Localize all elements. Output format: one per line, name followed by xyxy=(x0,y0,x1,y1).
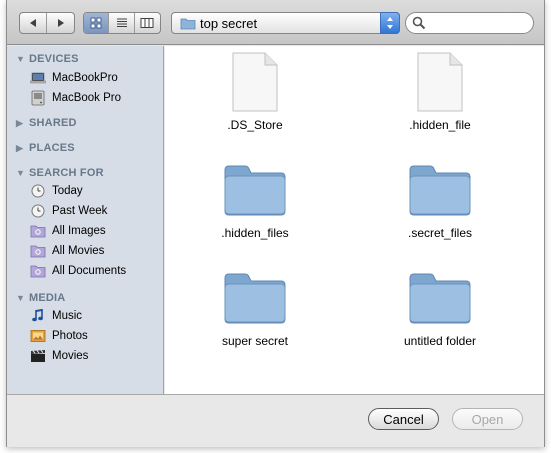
file-item-secret-files-folder[interactable]: .secret_files xyxy=(355,164,525,264)
list-view-icon xyxy=(116,18,127,27)
popup-arrows-icon xyxy=(380,12,400,34)
file-item-super-secret-folder[interactable]: super secret xyxy=(170,272,340,372)
back-icon xyxy=(30,19,36,27)
location-popup[interactable]: top secret xyxy=(171,12,400,34)
clock-icon xyxy=(30,203,46,219)
folder-icon xyxy=(180,18,196,30)
location-label: top secret xyxy=(200,16,258,31)
cancel-button[interactable]: Cancel xyxy=(368,408,439,430)
sidebar-section-shared[interactable]: ▶ SHARED xyxy=(7,114,164,132)
sidebar-item-past-week[interactable]: Past Week xyxy=(7,201,164,221)
file-name: super secret xyxy=(221,334,289,348)
sidebar-section-media[interactable]: ▼ MEDIA xyxy=(7,289,164,307)
hard-drive-icon xyxy=(30,90,46,106)
open-button[interactable]: Open xyxy=(452,408,523,430)
folder-icon xyxy=(408,164,472,219)
search-field[interactable] xyxy=(405,12,534,34)
document-icon xyxy=(416,52,464,115)
sidebar-item-macbookpro[interactable]: MacBookPro xyxy=(7,68,164,88)
sidebar: ▼ DEVICES MacBookPro MacBook Pro ▶ SHARE… xyxy=(7,46,164,394)
file-name: .hidden_files xyxy=(221,226,289,240)
list-view-button[interactable] xyxy=(109,13,135,33)
forward-icon xyxy=(57,19,64,27)
back-button[interactable] xyxy=(20,13,47,33)
sidebar-item-photos[interactable]: Photos xyxy=(7,326,164,346)
file-item-ds-store[interactable]: .DS_Store xyxy=(170,52,340,152)
laptop-icon xyxy=(30,70,46,86)
disclosure-open-icon: ▼ xyxy=(16,54,25,64)
sidebar-section-devices[interactable]: ▼ DEVICES xyxy=(7,50,164,68)
sidebar-item-all-images[interactable]: All Images xyxy=(7,221,164,241)
sidebar-item-movies[interactable]: Movies xyxy=(7,346,164,366)
sidebar-section-search-for[interactable]: ▼ SEARCH FOR xyxy=(7,164,164,182)
file-name: .hidden_file xyxy=(409,118,471,132)
file-name: .secret_files xyxy=(407,226,473,240)
file-browser-content: .DS_Store .hidden_file .hidden_files .se… xyxy=(165,46,544,394)
smart-folder-icon xyxy=(30,263,46,279)
folder-icon xyxy=(408,272,472,327)
icon-view-button[interactable] xyxy=(84,13,110,33)
sidebar-item-today[interactable]: Today xyxy=(7,181,164,201)
column-view-button[interactable] xyxy=(135,13,160,33)
folder-icon xyxy=(223,164,287,219)
disclosure-closed-icon: ▶ xyxy=(16,117,23,128)
navigation-segmented-control xyxy=(19,12,75,34)
smart-folder-icon xyxy=(30,223,46,239)
document-icon xyxy=(231,52,279,115)
disclosure-open-icon: ▼ xyxy=(16,293,25,303)
file-name: .DS_Store xyxy=(227,118,283,132)
music-note-icon xyxy=(30,308,46,324)
file-item-hidden-file[interactable]: .hidden_file xyxy=(355,52,525,152)
clock-icon xyxy=(30,183,46,199)
disclosure-open-icon: ▼ xyxy=(16,168,25,178)
smart-folder-icon xyxy=(30,243,46,259)
sidebar-item-macbook-pro-disk[interactable]: MacBook Pro xyxy=(7,88,164,108)
sidebar-section-places[interactable]: ▶ PLACES xyxy=(7,139,164,157)
sidebar-item-all-movies[interactable]: All Movies xyxy=(7,241,164,261)
disclosure-closed-icon: ▶ xyxy=(16,142,23,153)
sidebar-item-all-documents[interactable]: All Documents xyxy=(7,261,164,281)
icon-view-icon xyxy=(90,17,102,29)
search-input[interactable] xyxy=(428,15,528,31)
sidebar-item-music[interactable]: Music xyxy=(7,306,164,326)
open-file-dialog: top secret ▼ DEVICES MacBookPro MacBook … xyxy=(6,0,545,447)
view-mode-segmented-control xyxy=(83,12,161,34)
folder-icon xyxy=(223,272,287,327)
file-name: untitled folder xyxy=(403,334,477,348)
file-item-untitled-folder[interactable]: untitled folder xyxy=(355,272,525,372)
toolbar: top secret xyxy=(7,0,544,45)
forward-button[interactable] xyxy=(47,13,74,33)
search-icon xyxy=(412,16,426,30)
photos-icon xyxy=(30,328,46,344)
dialog-button-bar: Cancel Open xyxy=(7,394,544,447)
column-view-icon xyxy=(140,18,154,28)
clapperboard-icon xyxy=(30,348,46,364)
file-item-hidden-files-folder[interactable]: .hidden_files xyxy=(170,164,340,264)
